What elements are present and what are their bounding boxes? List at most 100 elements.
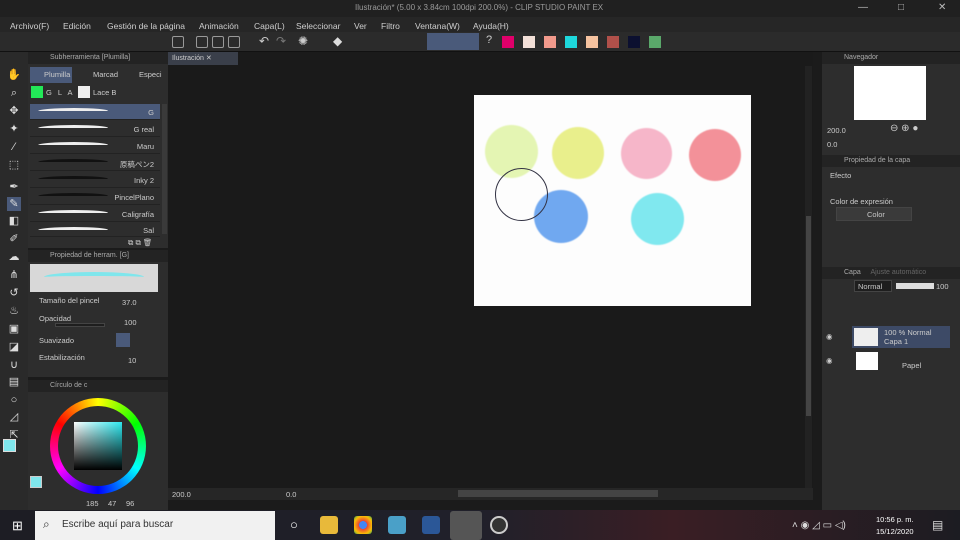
color-swatch[interactable] [649, 36, 661, 48]
curve-icon[interactable]: ∪ [7, 358, 21, 372]
decoration-icon[interactable]: ✐ [7, 232, 21, 246]
hand-icon[interactable]: ✋ [7, 68, 21, 82]
figure-icon[interactable]: ◪ [7, 340, 21, 354]
magic-wand-icon[interactable]: ✦ [7, 122, 21, 136]
navigator-angle[interactable]: 0.0 [827, 140, 837, 149]
clock-date[interactable]: 15/12/2020 [876, 527, 914, 536]
move-icon[interactable]: ✥ [7, 104, 21, 118]
taskbar-search[interactable]: ⌕ Escribe aquí para buscar [35, 511, 275, 540]
menu-ver[interactable]: Ver [354, 19, 367, 31]
tray-icons[interactable]: ˄ ◉ ◿ ▭ ◁) [792, 520, 846, 531]
color-swatch[interactable] [607, 36, 619, 48]
new-file-icon[interactable] [196, 36, 208, 48]
vertical-scrollbar[interactable] [805, 66, 812, 488]
brush-item[interactable]: G [30, 104, 160, 120]
minimize-button[interactable]: — [858, 2, 868, 13]
color-swatch[interactable] [586, 36, 598, 48]
color-swatch[interactable] [544, 36, 556, 48]
cortana-icon[interactable]: ○ [290, 517, 298, 532]
layer-row-papel[interactable]: Papel [852, 350, 950, 372]
smoothing-option-selected[interactable] [116, 333, 130, 347]
copy-subtool-icon[interactable]: ⧉ ⧉ 🗑 [128, 238, 152, 248]
brush-item[interactable]: G real [30, 121, 160, 137]
pen-icon[interactable]: ✒ [7, 180, 21, 194]
selection-icon[interactable]: ⬚ [7, 158, 21, 172]
pen-active-icon[interactable]: ✎ [7, 197, 21, 211]
clip-studio-taskbar-icon[interactable] [450, 511, 482, 540]
notifications-icon[interactable]: ▤ [932, 518, 943, 532]
chrome-icon[interactable] [354, 516, 372, 534]
brush-item[interactable]: Caligrafía [30, 206, 160, 222]
menu-archivo[interactable]: Archivo(F) [10, 19, 49, 31]
balloon-icon[interactable]: ○ [7, 393, 21, 407]
menu-pagina[interactable]: Gestión de la página [107, 19, 185, 31]
layer-opacity[interactable]: 100 [936, 282, 949, 291]
layer-tab[interactable]: Capa [844, 269, 861, 276]
blend-mode-select[interactable]: Normal [854, 280, 892, 292]
ruler-icon[interactable]: ◿ [7, 410, 21, 424]
brush-item[interactable]: PincelPlano [30, 189, 160, 205]
gradient-icon[interactable]: ▣ [7, 322, 21, 336]
opacity-value[interactable]: 100 [124, 318, 137, 327]
menu-ventana[interactable]: Ventana(W) [415, 19, 460, 31]
visibility-eye-icon[interactable]: ◉ [826, 356, 833, 365]
menu-seleccionar[interactable]: Seleccionar [296, 19, 340, 31]
obs-icon[interactable] [490, 516, 508, 534]
file-explorer-icon[interactable] [320, 516, 338, 534]
fill-icon[interactable]: ◆ [333, 34, 342, 48]
word-icon[interactable] [422, 516, 440, 534]
navigator-preview[interactable] [854, 66, 926, 120]
undo-icon[interactable]: ↶ [259, 34, 269, 48]
menu-ayuda[interactable]: Ayuda(H) [473, 19, 509, 31]
tab-marcador[interactable]: Marcad [76, 67, 118, 79]
clock-time[interactable]: 10:56 p. m. [876, 515, 914, 524]
zoom-icon[interactable]: ⌕ [7, 86, 21, 100]
main-color-swatch[interactable] [3, 439, 16, 452]
hue-ring[interactable] [50, 398, 146, 494]
menu-edicion[interactable]: Edición [63, 19, 91, 31]
menu-filtro[interactable]: Filtro [381, 19, 400, 31]
brush-size-value[interactable]: 37.0 [122, 298, 137, 307]
menu-capa[interactable]: Capa(L) [254, 19, 285, 31]
horizontal-scrollbar[interactable] [458, 490, 658, 497]
color-swatch[interactable] [523, 36, 535, 48]
opacity-slider[interactable] [55, 323, 105, 327]
tab-especial[interactable]: Especi [123, 67, 162, 79]
angle-value[interactable]: 0.0 [286, 490, 296, 499]
saturation-value-square[interactable] [74, 422, 122, 470]
redo-icon[interactable]: ↷ [276, 34, 286, 48]
zoom-buttons[interactable]: ⊖ ⊕ ● [890, 123, 918, 134]
menu-animacion[interactable]: Animación [199, 19, 239, 31]
brush-item[interactable]: Maru [30, 138, 160, 154]
color-swatch[interactable] [565, 36, 577, 48]
current-color[interactable] [30, 476, 42, 488]
set-lace[interactable]: Lace B [93, 88, 116, 97]
close-tab-icon[interactable]: ✕ [206, 55, 212, 62]
color-swatch[interactable] [502, 36, 514, 48]
canvas-paper[interactable] [474, 95, 751, 306]
brush-item[interactable]: Inky 2 [30, 172, 160, 188]
save-icon[interactable] [228, 36, 240, 48]
clear-icon[interactable]: ✺ [298, 34, 308, 48]
stabilization-value[interactable]: 10 [128, 356, 136, 365]
expression-color-select[interactable]: Color [836, 207, 912, 221]
maximize-button[interactable]: □ [898, 2, 904, 13]
eraser-icon[interactable]: ◧ [7, 214, 21, 228]
help-icon[interactable]: ? [486, 34, 492, 46]
opacity-slider[interactable] [896, 283, 934, 289]
auto-adjust-tab[interactable]: Ajuste automático [870, 269, 926, 276]
clip-studio-icon[interactable] [172, 36, 184, 48]
snap-buttons[interactable] [427, 33, 479, 50]
frame-icon[interactable]: ▤ [7, 375, 21, 389]
visibility-eye-icon[interactable]: ◉ [826, 332, 833, 341]
subtool-scrollbar[interactable] [162, 104, 167, 234]
tab-plumilla[interactable]: Plumilla [30, 67, 72, 83]
zoom-value[interactable]: 200.0 [172, 490, 191, 499]
eyedropper-icon[interactable]: ⁄ [7, 140, 21, 154]
brush-item[interactable]: Sal [30, 223, 160, 237]
open-file-icon[interactable] [212, 36, 224, 48]
lasso-fill-icon[interactable]: ↺ [7, 286, 21, 300]
close-button[interactable]: ✕ [938, 2, 946, 13]
brush-item[interactable]: 原稿ペン2 [30, 155, 160, 171]
fill-bucket-icon[interactable]: ♨ [7, 304, 21, 318]
